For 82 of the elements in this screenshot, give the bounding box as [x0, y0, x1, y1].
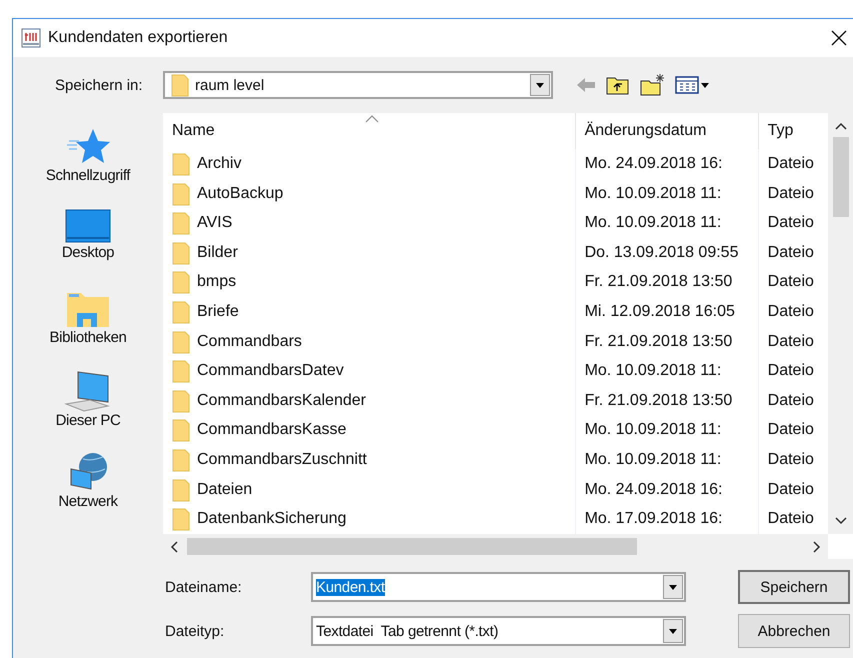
modified-date: Mo. 10.09.2018 11:	[584, 184, 722, 203]
folder-icon	[172, 478, 190, 502]
file-name[interactable]: AVIS	[197, 214, 232, 232]
folder-icon	[172, 211, 190, 236]
view-menu-icon[interactable]	[675, 75, 711, 95]
file-name[interactable]: Commandbars	[197, 332, 302, 351]
file-type: Dateio	[768, 480, 814, 499]
file-name[interactable]: CommandbarsKasse	[197, 421, 346, 440]
sidebar-item[interactable]: Netzwerk	[58, 451, 118, 525]
column-header[interactable]: Typ	[758, 113, 828, 150]
folder-icon	[172, 300, 190, 324]
folder-icon	[172, 330, 190, 354]
sidebar-item[interactable]: Bibliotheken	[50, 289, 126, 363]
modified-date: Do. 13.09.2018 09:55	[584, 244, 738, 262]
folder-icon	[171, 73, 189, 97]
file-type: Dateio	[768, 332, 814, 351]
modified-date: Mo. 24.09.2018 16:	[584, 155, 722, 174]
file-name[interactable]: Bilder	[197, 244, 238, 262]
modified-date: Fr. 21.09.2018 13:50	[584, 392, 732, 410]
file-type: Dateio	[768, 421, 814, 440]
modified-date: Mo. 10.09.2018 11:	[584, 421, 722, 440]
file-name[interactable]: DatenbankSicherung	[197, 510, 346, 528]
file-type: Dateio	[768, 303, 814, 322]
modified-date: Fr. 21.09.2018 13:50	[584, 273, 732, 292]
file-name[interactable]: Briefe	[197, 303, 239, 322]
folder-icon	[172, 359, 190, 384]
modified-date: Fr. 21.09.2018 13:50	[584, 332, 732, 351]
file-type: Dateio	[768, 273, 814, 292]
modified-date: Mo. 10.09.2018 11:	[584, 214, 722, 232]
save-in-label: Speichern in:	[55, 76, 144, 94]
file-type: Dateio	[768, 392, 814, 410]
file-name[interactable]: Dateien	[197, 480, 252, 499]
sidebar-item[interactable]: Schnellzugriff	[46, 127, 130, 201]
file-type: Dateio	[768, 451, 814, 470]
sort-caret-icon	[365, 115, 379, 123]
modified-date: Mi. 12.09.2018 16:05	[584, 303, 735, 322]
file-type: Dateio	[768, 244, 814, 262]
file-type: Dateio	[768, 510, 814, 528]
scroll-thumb[interactable]	[187, 538, 637, 555]
scroll-thumb[interactable]	[832, 137, 848, 217]
new-folder-icon[interactable]	[639, 73, 667, 97]
modified-date: Mo. 10.09.2018 11:	[584, 362, 722, 380]
sidebar-item[interactable]: Desktop	[62, 208, 114, 282]
filename-field[interactable]: Kunden.txt	[311, 572, 686, 602]
app-icon	[21, 28, 41, 48]
folder-icon	[172, 270, 190, 294]
modified-date: Mo. 17.09.2018 16:	[584, 510, 722, 528]
modified-date: Mo. 10.09.2018 11:	[584, 451, 722, 470]
file-type: Dateio	[768, 362, 814, 380]
file-type: Dateio	[768, 214, 814, 232]
folder-icon	[172, 418, 190, 442]
scroll-down-icon[interactable]	[834, 516, 848, 526]
column-header[interactable]: Änderungsdatum	[576, 113, 759, 150]
filetype-label: Dateityp:	[165, 622, 226, 640]
folder-icon	[172, 240, 190, 265]
filetype-dropdown[interactable]: Textdatei Tab getrennt (*.txt)	[311, 616, 686, 646]
folder-icon	[172, 152, 190, 176]
file-name[interactable]: CommandbarsKalender	[197, 392, 366, 410]
file-name[interactable]: AutoBackup	[197, 184, 284, 203]
save-in-dropdown[interactable]: raum level	[163, 71, 553, 99]
cancel-button[interactable]: Abbrechen	[738, 614, 850, 648]
file-name[interactable]: CommandbarsDatev	[197, 362, 344, 380]
computer-icon	[64, 370, 112, 412]
folder-icon	[172, 448, 190, 472]
folder-icon	[172, 507, 190, 532]
close-icon[interactable]	[831, 30, 847, 46]
save-button[interactable]: Speichern	[738, 570, 850, 604]
file-type: Dateio	[768, 155, 814, 174]
file-type: Dateio	[768, 184, 814, 203]
vertical-scrollbar[interactable]	[828, 113, 853, 534]
modified-date: Mo. 24.09.2018 16:	[584, 480, 722, 499]
filename-label: Dateiname:	[165, 578, 243, 596]
window-title: Kundendaten exportieren	[48, 29, 229, 47]
folder-icon	[172, 388, 190, 413]
desktop-icon	[64, 208, 111, 244]
file-name[interactable]: Archiv	[197, 155, 242, 174]
file-name[interactable]: bmps	[197, 273, 236, 292]
scroll-up-icon[interactable]	[834, 121, 848, 131]
sidebar-item[interactable]: Dieser PC	[56, 370, 120, 444]
column-header[interactable]: Name	[163, 113, 576, 150]
file-name[interactable]: CommandbarsZuschnitt	[197, 451, 367, 470]
folder-icon	[172, 182, 190, 206]
